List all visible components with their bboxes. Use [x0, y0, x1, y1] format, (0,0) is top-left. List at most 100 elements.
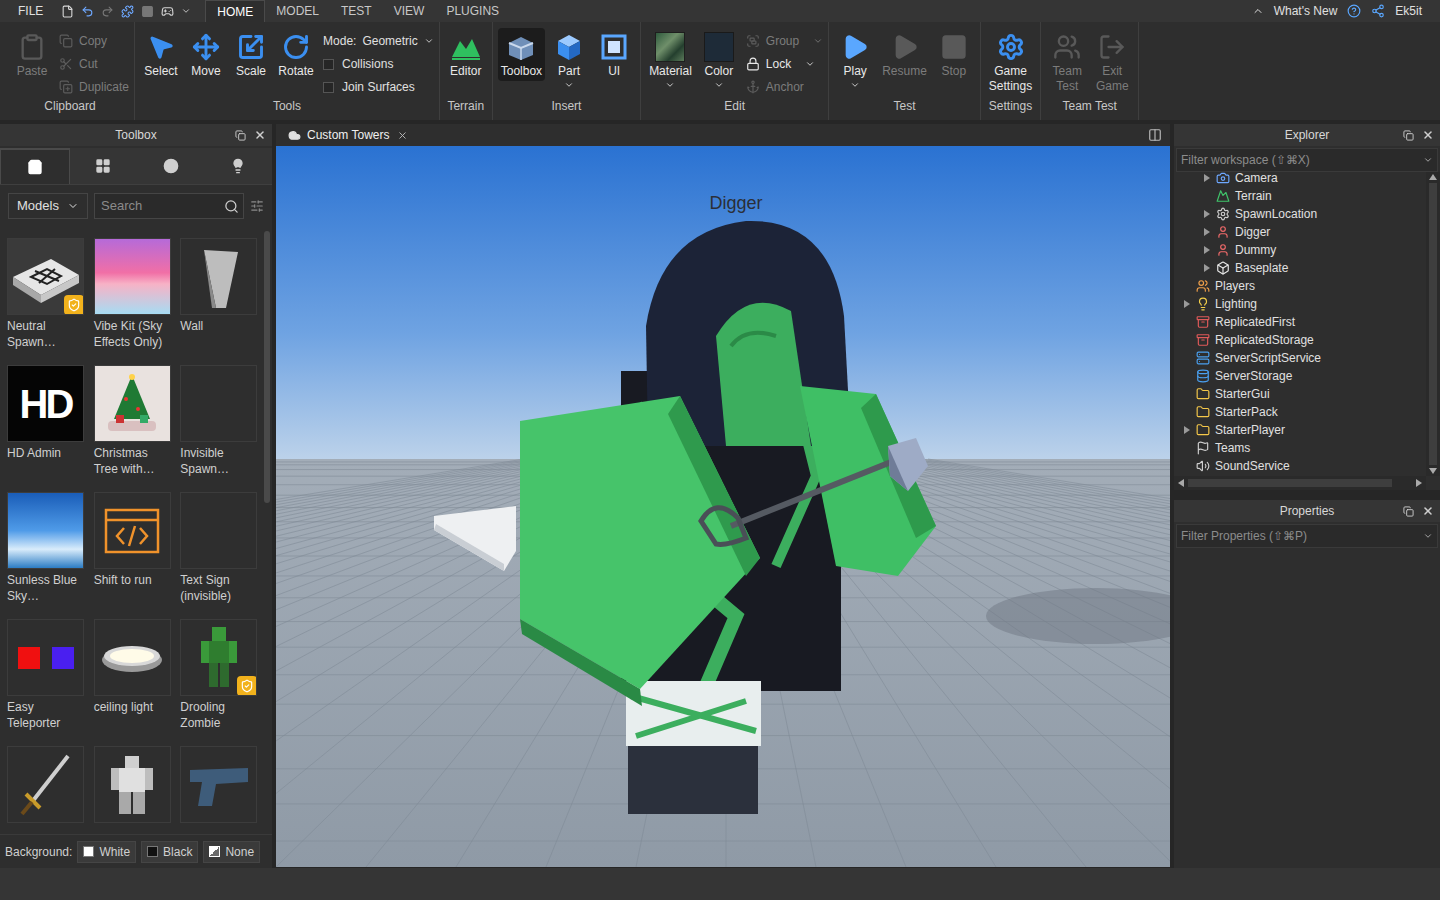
- toolbox-item[interactable]: Christmas Tree with…: [94, 365, 172, 492]
- tree-item[interactable]: StarterPlayer: [1174, 421, 1426, 439]
- dropdown-arrow-icon[interactable]: [813, 36, 823, 46]
- ribbon-tab[interactable]: HOME: [205, 0, 265, 22]
- collapsed-arrow-icon[interactable]: [1183, 300, 1191, 308]
- float-panel-icon[interactable]: [1403, 506, 1414, 517]
- toolbox-item[interactable]: [7, 746, 85, 834]
- dropdown-arrow-icon[interactable]: [665, 80, 675, 90]
- whats-new-link[interactable]: What's New: [1274, 2, 1338, 20]
- ribbon-button[interactable]: Game Settings: [986, 28, 1035, 96]
- tree-item[interactable]: ServerStorage: [1174, 367, 1426, 385]
- square-icon[interactable]: [141, 5, 154, 18]
- vertical-scrollbar[interactable]: [1426, 172, 1440, 476]
- toolbox-item[interactable]: Wall: [180, 238, 258, 365]
- checkbox-row[interactable]: Join Surfaces: [323, 77, 434, 97]
- toolbox-thumbnail[interactable]: [7, 746, 84, 823]
- dropdown-arrow-icon[interactable]: [714, 80, 724, 90]
- scrollbar-thumb[interactable]: [1188, 479, 1392, 487]
- scroll-down-icon[interactable]: [1429, 468, 1437, 474]
- toolbox-item[interactable]: ceiling light: [94, 619, 172, 746]
- chevron-down-icon[interactable]: [1423, 531, 1433, 541]
- help-icon[interactable]: [1347, 4, 1361, 18]
- tree-item[interactable]: Camera: [1174, 172, 1426, 187]
- new-file-icon[interactable]: [61, 5, 74, 18]
- search-icon[interactable]: [224, 199, 239, 214]
- toolbox-thumbnail[interactable]: [180, 365, 257, 442]
- ribbon-button[interactable]: Team Test: [1046, 28, 1088, 96]
- ribbon-small-button[interactable]: Lock: [746, 54, 823, 74]
- ribbon-button[interactable]: UI: [593, 28, 635, 81]
- ribbon-button[interactable]: Play: [834, 28, 876, 92]
- ribbon-button[interactable]: Exit Game: [1091, 28, 1133, 96]
- ribbon-button[interactable]: Scale: [230, 28, 272, 81]
- tree-item[interactable]: ServerScriptService: [1174, 349, 1426, 367]
- toolbox-thumbnail[interactable]: [180, 238, 257, 315]
- horizontal-scrollbar[interactable]: [1174, 476, 1426, 490]
- collapse-ribbon-icon[interactable]: [1252, 5, 1264, 17]
- ribbon-tab[interactable]: MODEL: [265, 0, 330, 22]
- toolbox-item[interactable]: Shift to run: [94, 492, 172, 619]
- toolbox-tab[interactable]: [70, 148, 138, 184]
- background-option[interactable]: Black: [141, 841, 198, 863]
- search-box[interactable]: [94, 193, 244, 219]
- share-icon[interactable]: [1371, 4, 1385, 18]
- toolbox-item[interactable]: [180, 746, 258, 834]
- scrollbar-thumb[interactable]: [1429, 183, 1437, 465]
- background-option[interactable]: None: [203, 841, 260, 863]
- scroll-up-icon[interactable]: [1429, 174, 1437, 180]
- tree-item[interactable]: Digger: [1174, 223, 1426, 241]
- collapsed-arrow-icon[interactable]: [1183, 426, 1191, 434]
- tree-item[interactable]: StarterGui: [1174, 385, 1426, 403]
- ribbon-button[interactable]: Paste: [11, 28, 53, 81]
- ribbon-button[interactable]: Part: [548, 28, 590, 92]
- dropdown-arrow-icon[interactable]: [850, 80, 860, 90]
- ribbon-small-button[interactable]: Anchor: [746, 77, 823, 97]
- scrollbar-thumb[interactable]: [264, 231, 270, 503]
- collapsed-arrow-icon[interactable]: [1203, 264, 1211, 272]
- toolbox-tab[interactable]: [137, 148, 205, 184]
- ribbon-tab[interactable]: TEST: [330, 0, 383, 22]
- scrollbar[interactable]: [262, 227, 272, 834]
- ribbon-button[interactable]: Stop: [933, 28, 975, 81]
- tree-item[interactable]: Players: [1174, 277, 1426, 295]
- toolbox-thumbnail[interactable]: [94, 746, 171, 823]
- toolbox-thumbnail[interactable]: [94, 365, 171, 442]
- toolbox-item[interactable]: HDHD Admin: [7, 365, 85, 492]
- toolbox-item[interactable]: Invisible Spawn…: [180, 365, 258, 492]
- toolbox-item[interactable]: Sunless Blue Sky…: [7, 492, 85, 619]
- toolbox-tab[interactable]: [0, 148, 70, 184]
- checkbox[interactable]: [323, 82, 334, 93]
- viewport-scene[interactable]: [276, 146, 1170, 867]
- collapsed-arrow-icon[interactable]: [1203, 174, 1211, 182]
- collapsed-arrow-icon[interactable]: [1203, 228, 1211, 236]
- binoculars-icon[interactable]: [161, 5, 174, 18]
- dropdown-arrow-icon[interactable]: [805, 59, 815, 69]
- toolbox-thumbnail[interactable]: [7, 492, 84, 569]
- tree-item[interactable]: Dummy: [1174, 241, 1426, 259]
- toolbox-item[interactable]: [94, 746, 172, 834]
- ribbon-button[interactable]: Resume: [879, 28, 930, 81]
- tree-item[interactable]: Baseplate: [1174, 259, 1426, 277]
- ribbon-small-button[interactable]: Cut: [59, 54, 129, 74]
- toolbox-thumbnail[interactable]: [94, 619, 171, 696]
- toolbox-item[interactable]: Easy Teleporter: [7, 619, 85, 746]
- ribbon-button[interactable]: Toolbox: [498, 28, 545, 81]
- toolbox-thumbnail[interactable]: [94, 492, 171, 569]
- chevron-down-icon[interactable]: [1423, 155, 1433, 165]
- close-panel-icon[interactable]: [254, 129, 266, 141]
- toolbox-thumbnail[interactable]: [180, 492, 257, 569]
- ribbon-button[interactable]: Editor: [445, 28, 487, 81]
- toolbox-item[interactable]: Text Sign (invisible): [180, 492, 258, 619]
- ribbon-small-button[interactable]: Duplicate: [59, 77, 129, 97]
- toolbox-item[interactable]: Drooling Zombie: [180, 619, 258, 746]
- ribbon-button[interactable]: Select: [140, 28, 182, 81]
- digger-character[interactable]: [520, 221, 936, 814]
- tree-item[interactable]: SpawnLocation: [1174, 205, 1426, 223]
- viewport[interactable]: Digger: [276, 146, 1170, 868]
- plugin-icon[interactable]: [121, 5, 134, 18]
- toolbox-thumbnail[interactable]: [180, 746, 257, 823]
- ribbon-tab[interactable]: PLUGINS: [435, 0, 510, 22]
- tree-item[interactable]: Lighting: [1174, 295, 1426, 313]
- ribbon-button[interactable]: Rotate: [275, 28, 317, 81]
- ribbon-button[interactable]: Move: [185, 28, 227, 81]
- ribbon-small-button[interactable]: Copy: [59, 31, 129, 51]
